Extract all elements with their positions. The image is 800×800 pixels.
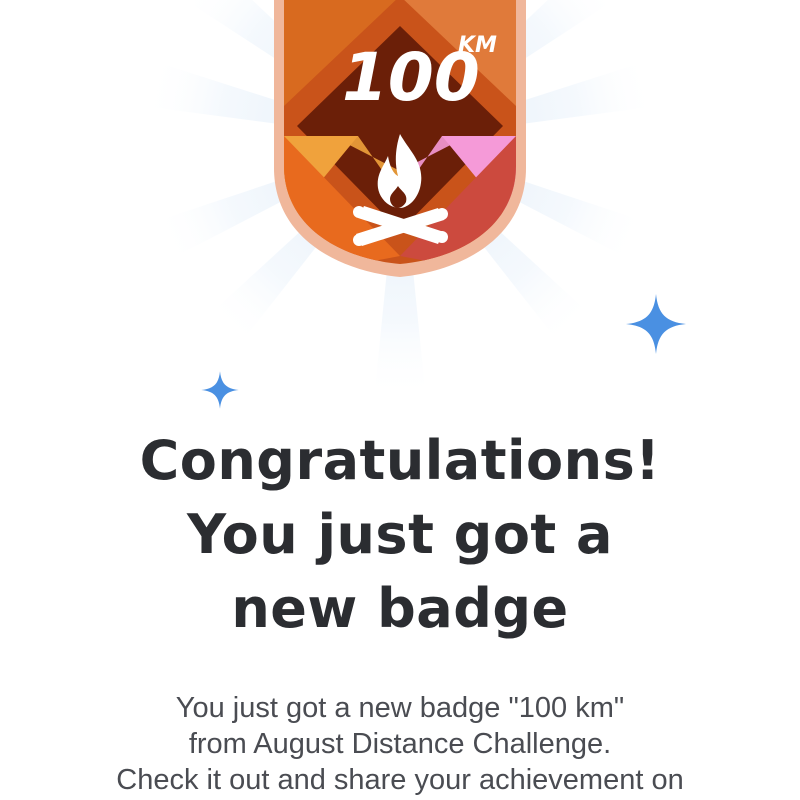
sparkle-icon <box>626 294 686 354</box>
description-line: You just got a new badge "100 km" <box>175 692 625 724</box>
headline-line: new badge <box>231 577 569 640</box>
badge-unit: KM <box>458 33 497 58</box>
description-line: Check it out and share your achievement … <box>116 764 684 796</box>
sparkle-icon <box>201 371 239 409</box>
congratulations-headline: Congratulations! You just got a new badg… <box>0 424 800 646</box>
description-line: from August Distance Challenge. <box>188 728 612 760</box>
headline-line: You just got a <box>186 503 613 566</box>
badge-description: You just got a new badge "100 km" from A… <box>0 690 800 798</box>
distance-badge: 100 KM <box>274 0 526 277</box>
headline-line: Congratulations! <box>139 429 661 492</box>
badge-earned-screen: 100 KM Congratulations! You just got a n… <box>0 0 800 800</box>
